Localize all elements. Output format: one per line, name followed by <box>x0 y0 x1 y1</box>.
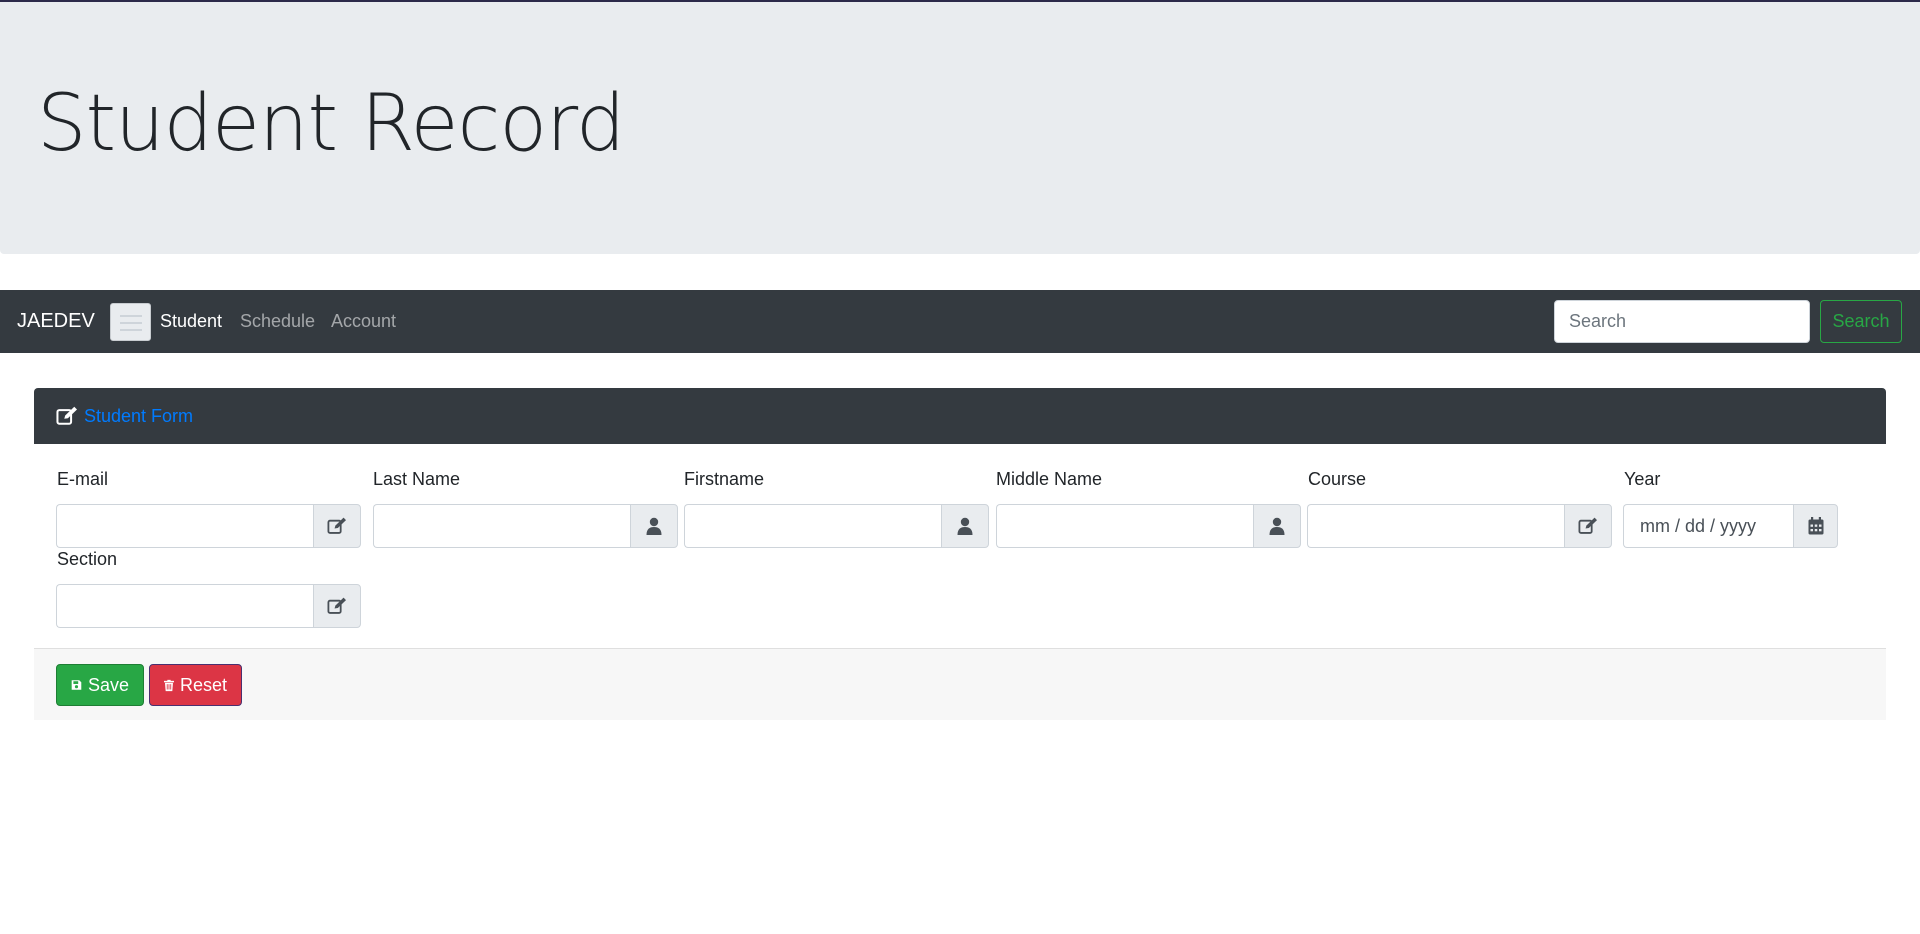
page-header: Student Record <box>0 2 1920 254</box>
section-field[interactable] <box>56 584 313 628</box>
firstname-addon <box>941 504 989 548</box>
reset-button-label: Reset <box>179 674 227 695</box>
edit-icon <box>327 517 346 534</box>
navbar: JAEDEV Student Schedule Account Search <box>0 290 1920 353</box>
email-input-group <box>56 504 361 548</box>
firstname-label: Firstname <box>684 469 765 489</box>
reset-button[interactable]: Reset <box>149 664 242 706</box>
save-icon <box>71 680 82 690</box>
form-title[interactable]: Student Form <box>84 406 193 427</box>
year-input-group <box>1623 504 1838 548</box>
search-button[interactable]: Search <box>1820 300 1902 343</box>
section-addon <box>313 584 361 628</box>
student-form-card: Student Form E-mail Last Name Firstname … <box>34 388 1886 720</box>
year-label: Year <box>1624 469 1661 489</box>
middle-name-label: Middle Name <box>996 469 1103 489</box>
last-name-input-group <box>373 504 678 548</box>
search-input[interactable] <box>1554 300 1810 343</box>
save-button[interactable]: Save <box>56 664 144 706</box>
firstname-input-group <box>684 504 989 548</box>
last-name-field[interactable] <box>373 504 630 548</box>
menu-toggle-button[interactable] <box>110 303 151 341</box>
edit-icon <box>327 597 346 614</box>
user-icon <box>957 517 973 535</box>
middle-name-input-group <box>996 504 1301 548</box>
year-date-field[interactable] <box>1623 504 1793 548</box>
course-field[interactable] <box>1307 504 1564 548</box>
middle-name-addon <box>1253 504 1301 548</box>
user-icon <box>1269 517 1285 535</box>
email-field[interactable] <box>56 504 313 548</box>
edit-icon <box>1578 517 1597 534</box>
course-label: Course <box>1308 469 1367 489</box>
hamburger-line <box>120 322 142 324</box>
navbar-brand[interactable]: JAEDEV <box>17 290 95 353</box>
section-input-group <box>56 584 361 628</box>
nav-link-account[interactable]: Account <box>331 290 396 353</box>
nav-link-student[interactable]: Student <box>160 290 222 353</box>
nav-link-schedule[interactable]: Schedule <box>240 290 315 353</box>
save-button-label: Save <box>87 674 129 695</box>
email-addon <box>313 504 361 548</box>
card-body: E-mail Last Name Firstname Middle Name C… <box>34 444 1886 648</box>
card-footer: Save Reset <box>34 648 1886 720</box>
edit-icon <box>56 406 77 425</box>
hamburger-line <box>120 329 142 331</box>
calendar-icon <box>1808 517 1823 535</box>
hamburger-icon <box>120 315 142 317</box>
email-label: E-mail <box>57 469 109 489</box>
course-input-group <box>1307 504 1612 548</box>
card-header: Student Form <box>34 388 1886 444</box>
last-name-label: Last Name <box>373 469 461 489</box>
last-name-addon <box>630 504 678 548</box>
section-label: Section <box>57 549 118 569</box>
course-addon <box>1564 504 1612 548</box>
middle-name-field[interactable] <box>996 504 1253 548</box>
firstname-field[interactable] <box>684 504 941 548</box>
user-icon <box>646 517 662 535</box>
year-addon <box>1793 504 1838 548</box>
trash-icon <box>164 679 174 691</box>
page-title: Student Record <box>37 79 625 169</box>
